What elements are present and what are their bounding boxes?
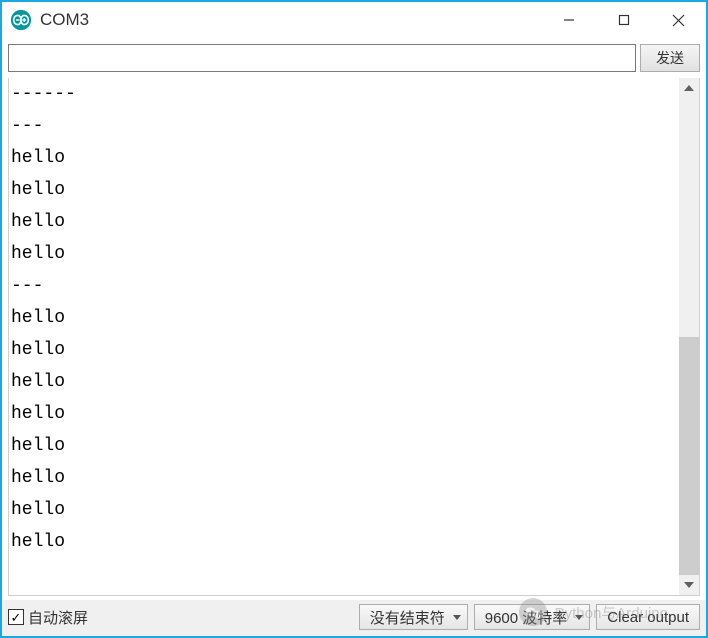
window-controls xyxy=(541,2,706,38)
line-ending-dropdown[interactable]: 没有结束符 xyxy=(359,604,468,630)
window-title: COM3 xyxy=(40,10,541,30)
titlebar: COM3 xyxy=(2,2,706,38)
chevron-down-icon xyxy=(453,612,461,622)
scroll-thumb[interactable] xyxy=(679,337,699,576)
output-container: ------ --- hello hello hello hello --- h… xyxy=(8,78,700,596)
clear-output-button[interactable]: Clear output xyxy=(596,604,700,630)
baud-rate-dropdown[interactable]: 9600 波特率 xyxy=(474,604,591,630)
input-row: 发送 xyxy=(2,38,706,78)
serial-monitor-window: COM3 发送 ------ --- hello hello hello hel… xyxy=(0,0,708,638)
line-ending-value: 没有结束符 xyxy=(370,607,445,628)
scroll-up-arrow-icon[interactable] xyxy=(679,78,699,98)
send-button[interactable]: 发送 xyxy=(640,44,700,72)
arduino-icon xyxy=(10,9,32,31)
serial-input[interactable] xyxy=(8,44,636,72)
autoscroll-label: 自动滚屏 xyxy=(28,607,88,628)
chevron-down-icon xyxy=(575,612,583,622)
scroll-down-arrow-icon[interactable] xyxy=(679,575,699,595)
checkbox-icon: ✓ xyxy=(8,609,24,625)
scrollbar[interactable] xyxy=(679,78,699,595)
output-area[interactable]: ------ --- hello hello hello hello --- h… xyxy=(9,78,679,595)
footer-bar: ✓ 自动滚屏 没有结束符 9600 波特率 Clear output xyxy=(2,600,706,636)
autoscroll-checkbox[interactable]: ✓ 自动滚屏 xyxy=(8,607,353,628)
maximize-button[interactable] xyxy=(596,2,651,38)
close-button[interactable] xyxy=(651,2,706,38)
baud-rate-value: 9600 波特率 xyxy=(485,607,568,628)
scroll-track[interactable] xyxy=(679,98,699,575)
minimize-button[interactable] xyxy=(541,2,596,38)
